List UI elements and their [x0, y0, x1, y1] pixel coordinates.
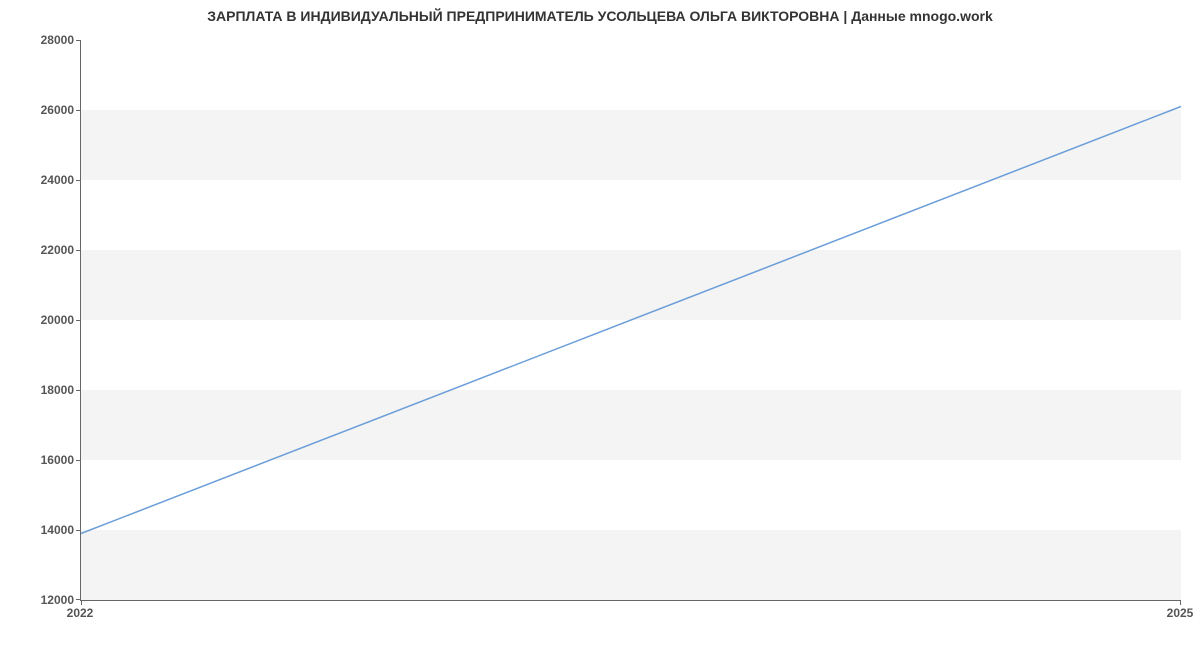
x-tick — [81, 600, 82, 605]
y-tick-label: 24000 — [4, 173, 74, 187]
data-line — [81, 107, 1181, 534]
y-tick-label: 20000 — [4, 313, 74, 327]
chart-container: ЗАРПЛАТА В ИНДИВИДУАЛЬНЫЙ ПРЕДПРИНИМАТЕЛ… — [0, 0, 1200, 650]
x-tick-label: 2025 — [1167, 606, 1194, 620]
y-tick-label: 16000 — [4, 453, 74, 467]
y-tick-label: 12000 — [4, 593, 74, 607]
x-tick-label: 2022 — [67, 606, 94, 620]
y-tick-label: 14000 — [4, 523, 74, 537]
y-tick-label: 18000 — [4, 383, 74, 397]
plot-area — [80, 40, 1181, 601]
y-tick-label: 28000 — [4, 33, 74, 47]
y-tick-label: 22000 — [4, 243, 74, 257]
x-tick — [1180, 600, 1181, 605]
y-tick-label: 26000 — [4, 103, 74, 117]
line-plot — [81, 40, 1181, 600]
chart-title: ЗАРПЛАТА В ИНДИВИДУАЛЬНЫЙ ПРЕДПРИНИМАТЕЛ… — [0, 8, 1200, 24]
